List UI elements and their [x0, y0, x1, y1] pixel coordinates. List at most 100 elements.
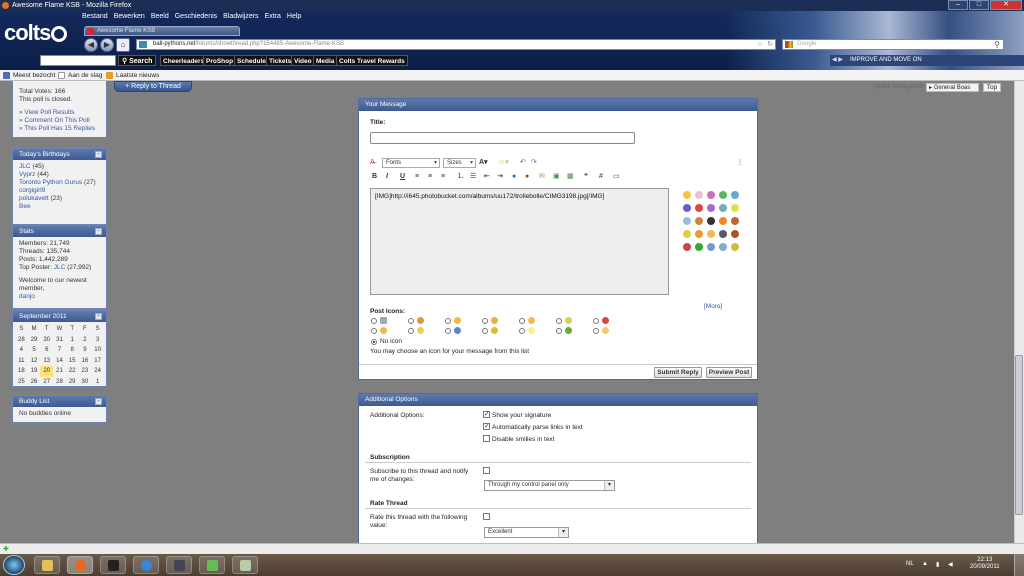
preview-post-button[interactable]: Preview Post [706, 367, 752, 378]
home-icon[interactable]: ⌂ [116, 38, 130, 52]
comment-poll-link[interactable]: » Comment On This Poll [19, 117, 100, 125]
tray-clock[interactable]: 22:13 20/09/2011 [970, 557, 1000, 571]
wrap-code-icon[interactable]: # [599, 172, 603, 182]
toolbar-link-video[interactable]: Video [291, 55, 315, 66]
post-icon-radio[interactable] [445, 328, 451, 334]
smile-icon[interactable] [731, 191, 739, 199]
post-icon-radio[interactable] [445, 318, 451, 324]
view-poll-results-link[interactable]: » View Poll Results [19, 109, 100, 117]
subscription-select[interactable]: Through my control panel only [484, 480, 615, 491]
smile-icon[interactable] [695, 191, 703, 199]
smile-icon[interactable] [683, 191, 691, 199]
smile-icon[interactable] [719, 217, 727, 225]
taskbar-explorer[interactable] [34, 556, 60, 574]
submit-reply-button[interactable]: Submit Reply [654, 367, 702, 378]
collapse-icon[interactable]: - [95, 228, 102, 235]
remove-link-icon[interactable]: ● [525, 172, 529, 182]
insert-link-icon[interactable]: ● [512, 172, 516, 182]
post-icon-radio[interactable] [593, 318, 599, 324]
bookmark-aan-de-slag[interactable]: Aan de slag [58, 70, 102, 81]
smile-icon[interactable] [695, 204, 703, 212]
parse-links-checkbox[interactable]: ✓ [483, 423, 490, 430]
tray-network-icon[interactable]: ▮ [936, 561, 939, 568]
addon-icon[interactable]: ✚ [3, 545, 9, 553]
outdent-icon[interactable]: ⇤ [484, 172, 490, 182]
no-icon-radio[interactable] [371, 339, 377, 345]
forum-select[interactable]: ▸ General Boas [926, 83, 979, 92]
post-icon-radio[interactable] [408, 328, 414, 334]
taskbar-firefox[interactable] [67, 556, 93, 574]
ticker-arrows-icon[interactable]: ◀ ▶ [832, 55, 843, 66]
search-box[interactable]: Google ⚲ [782, 39, 1004, 50]
post-icon-radio[interactable] [371, 328, 377, 334]
bookmark-meest-bezocht[interactable]: Meest bezocht [3, 70, 55, 81]
menu-geschiedenis[interactable]: Geschiedenis [175, 13, 217, 20]
unordered-list-icon[interactable]: ☰ [470, 172, 476, 182]
post-icon-radio[interactable] [519, 318, 525, 324]
message-editor[interactable]: [IMG]http://i645.photobucket.com/albums/… [370, 188, 669, 295]
toolbar-search-button[interactable]: ⚲ Search [118, 55, 157, 66]
menu-help[interactable]: Help [287, 13, 301, 20]
smile-icon[interactable] [707, 204, 715, 212]
scrollbar-thumb[interactable] [1015, 355, 1023, 515]
insert-video-icon[interactable]: ▦ [567, 172, 574, 182]
smile-icon[interactable] [731, 230, 739, 238]
smile-icon[interactable] [695, 217, 703, 225]
remove-format-icon[interactable]: A̶ [370, 158, 375, 168]
bold-icon[interactable]: B [372, 172, 377, 182]
collapse-icon[interactable]: - [95, 151, 102, 158]
font-color-icon[interactable]: A▾ [479, 158, 488, 168]
bookmark-laatste-nieuws[interactable]: Laatste nieuws [106, 70, 159, 81]
post-icon-radio[interactable] [519, 328, 525, 334]
taskbar-msn[interactable] [199, 556, 225, 574]
post-icon-radio[interactable] [371, 318, 377, 324]
subscribe-checkbox[interactable] [483, 467, 490, 474]
menu-beeld[interactable]: Beeld [151, 13, 169, 20]
smile-icon[interactable] [719, 204, 727, 212]
taskbar-paint[interactable] [232, 556, 258, 574]
show-desktop-button[interactable] [1014, 554, 1024, 576]
smile-icon[interactable] [719, 191, 727, 199]
italic-icon[interactable]: I [386, 172, 388, 182]
show-signature-checkbox[interactable]: ✓ [483, 411, 490, 418]
indent-icon[interactable]: ⇥ [497, 172, 503, 182]
taskbar-app[interactable] [100, 556, 126, 574]
smilie-menu-icon[interactable]: ☺▾ [498, 158, 509, 168]
post-icon-radio[interactable] [408, 318, 414, 324]
smile-icon[interactable] [707, 230, 715, 238]
underline-icon[interactable]: U [400, 172, 405, 182]
smile-icon[interactable] [719, 230, 727, 238]
smile-icon[interactable] [683, 204, 691, 212]
size-select[interactable]: Sizes [443, 158, 476, 168]
poll-replies-link[interactable]: » This Poll Has 15 Replies [19, 125, 100, 133]
smile-icon[interactable] [719, 243, 727, 251]
language-indicator[interactable]: NL [906, 561, 914, 567]
smile-icon[interactable] [695, 230, 703, 238]
insert-image-icon[interactable]: ▣ [553, 172, 560, 182]
disable-smilies-checkbox[interactable] [483, 435, 490, 442]
forward-button[interactable]: ▶ [100, 38, 114, 52]
maximize-button[interactable]: □ [969, 0, 989, 10]
tray-volume-icon[interactable]: ◀ [948, 561, 953, 568]
smile-icon[interactable] [707, 217, 715, 225]
search-icon[interactable]: ⚲ [994, 40, 1000, 49]
quote-icon[interactable]: ❝ [584, 172, 588, 182]
toolbar-link-proshop[interactable]: ProShop [203, 55, 237, 66]
align-right-icon[interactable]: ≡ [441, 172, 445, 182]
font-select[interactable]: Fonts [382, 158, 440, 168]
post-icon-radio[interactable] [482, 318, 488, 324]
smile-icon[interactable] [683, 243, 691, 251]
post-icon-radio[interactable] [482, 328, 488, 334]
reply-to-thread-button[interactable]: + Reply to Thread [114, 81, 192, 92]
smile-icon[interactable] [707, 243, 715, 251]
wrap-html-icon[interactable]: ▭ [613, 172, 620, 182]
menu-bestand[interactable]: Bestand [82, 13, 108, 20]
toolbar-link-cheerleaders[interactable]: Cheerleaders [160, 55, 208, 66]
browser-tab[interactable]: Awesome Flame KSB [84, 26, 240, 36]
top-button[interactable]: Top [983, 83, 1001, 92]
smile-icon[interactable] [683, 217, 691, 225]
rating-select[interactable]: Excellent [484, 527, 569, 538]
title-input[interactable] [370, 132, 635, 144]
smile-icon[interactable] [683, 230, 691, 238]
collapse-icon[interactable]: - [95, 313, 102, 320]
